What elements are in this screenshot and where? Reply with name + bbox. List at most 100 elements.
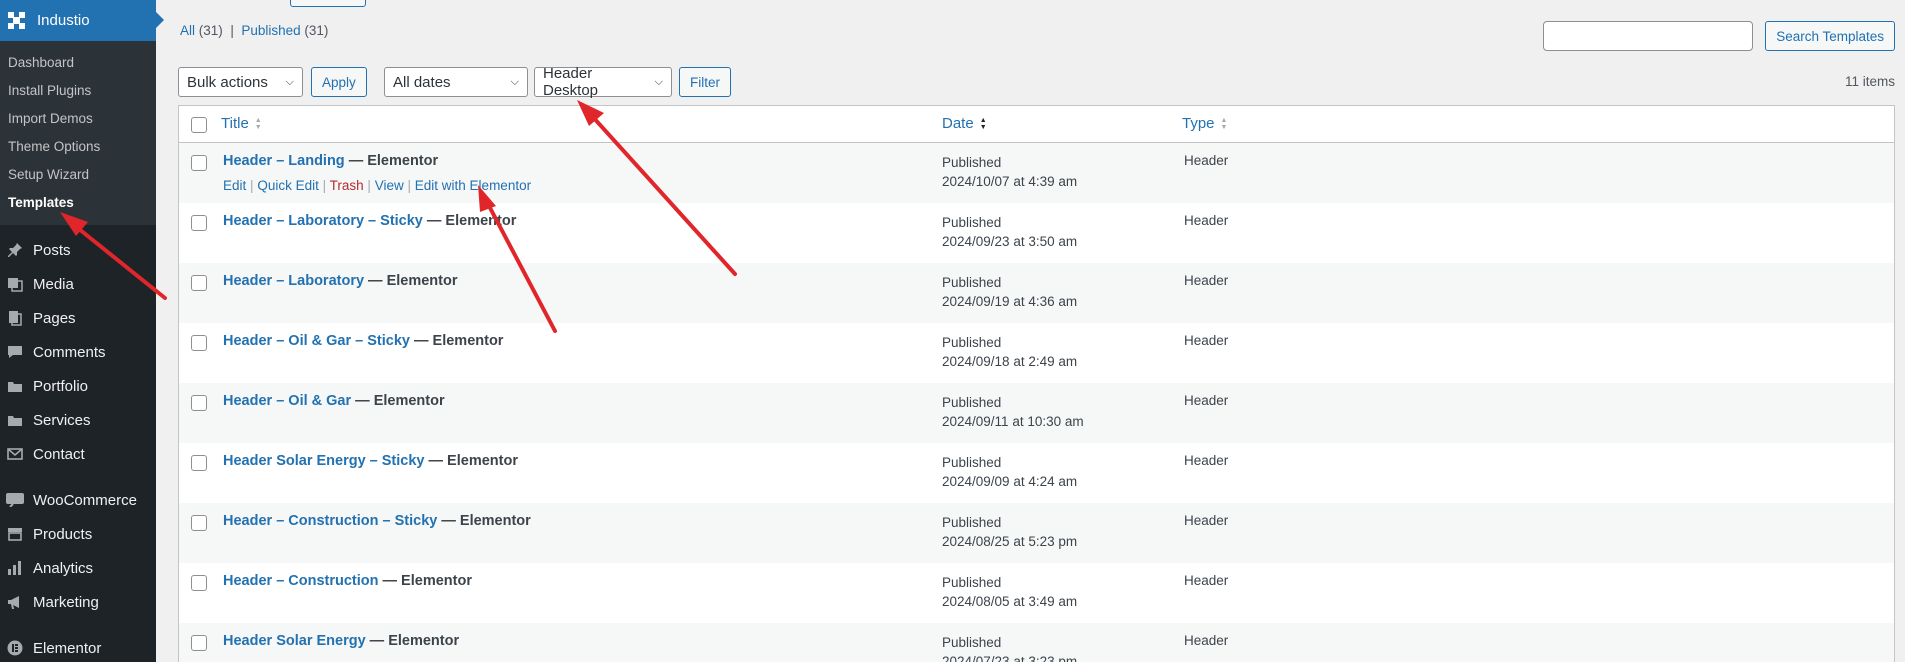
row-checkbox[interactable]: [191, 575, 207, 591]
row-type: Header: [1184, 153, 1229, 168]
table-row[interactable]: Header – Laboratory — Elementor Publishe…: [179, 263, 1894, 323]
column-type-header[interactable]: Type ▲ ▼: [1182, 115, 1227, 132]
sidebar-item-posts[interactable]: Posts: [0, 233, 156, 267]
row-date: Published 2024/09/09 at 4:24 am: [942, 453, 1077, 491]
sidebar-item-analytics[interactable]: Analytics: [0, 551, 156, 585]
edit-with-elementor-link[interactable]: Edit with Elementor: [415, 178, 531, 193]
row-checkbox[interactable]: [191, 155, 207, 171]
bulk-actions-select[interactable]: Bulk actions ⌵: [178, 67, 303, 97]
megaphone-icon: [6, 593, 24, 611]
row-datetime: 2024/09/09 at 4:24 am: [942, 474, 1078, 489]
trash-link[interactable]: Trash: [330, 178, 364, 193]
table-row[interactable]: Header Solar Energy – Sticky — Elementor…: [179, 443, 1894, 503]
sidebar-item-label: Elementor: [33, 639, 102, 657]
row-title-link[interactable]: Header – Construction: [223, 573, 379, 589]
row-post-state: — Elementor: [351, 393, 445, 409]
view-all-link[interactable]: All (31): [180, 23, 223, 38]
row-checkbox[interactable]: [191, 275, 207, 291]
search-input[interactable]: [1543, 21, 1754, 51]
row-checkbox[interactable]: [191, 455, 207, 471]
row-post-state: — Elementor: [344, 153, 439, 169]
row-datetime: 2024/09/11 at 10:30 am: [942, 414, 1084, 429]
sidebar-item-label: Contact: [33, 445, 85, 463]
row-title-link[interactable]: Header – Oil & Gar: [223, 393, 351, 409]
row-date: Published 2024/08/25 at 5:23 pm: [942, 513, 1077, 551]
row-type: Header: [1184, 333, 1229, 348]
row-title-link[interactable]: Header – Oil & Gar – Sticky: [223, 333, 410, 349]
row-date: Published 2024/09/19 at 4:36 am: [942, 273, 1077, 311]
sidebar-item-media[interactable]: Media: [0, 267, 156, 301]
row-type: Header: [1184, 633, 1229, 648]
chevron-down-icon: ⌵: [285, 75, 294, 88]
archive-icon: [6, 525, 24, 543]
row-checkbox[interactable]: [191, 635, 207, 651]
items-count: 11 items: [1844, 74, 1895, 89]
table-row[interactable]: Header – Oil & Gar – Sticky — Elementor …: [179, 323, 1894, 383]
submenu-dashboard[interactable]: Dashboard: [0, 49, 156, 77]
sidebar-item-marketing[interactable]: Marketing: [0, 585, 156, 619]
sidebar-item-products[interactable]: Products: [0, 517, 156, 551]
sort-arrows-icon: ▲ ▼: [254, 116, 262, 131]
row-title-link[interactable]: Header – Laboratory: [223, 273, 364, 289]
row-title: Header – Oil & Gar – Sticky — Elementor: [223, 333, 503, 349]
sidebar-item-elementor[interactable]: Elementor: [0, 631, 156, 662]
submenu-import-demos[interactable]: Import Demos: [0, 105, 156, 133]
row-title-link[interactable]: Header – Laboratory – Sticky: [223, 213, 423, 229]
template-type-select[interactable]: Header Desktop ⌵: [534, 65, 672, 99]
row-checkbox[interactable]: [191, 215, 207, 231]
edit-link[interactable]: Edit: [223, 178, 246, 193]
sidebar-submenu: Dashboard Install Plugins Import Demos T…: [0, 41, 156, 225]
submenu-install-plugins[interactable]: Install Plugins: [0, 77, 156, 105]
sidebar-item-pages[interactable]: Pages: [0, 301, 156, 335]
sidebar-item-contact[interactable]: Contact: [0, 437, 156, 471]
row-title: Header – Oil & Gar — Elementor: [223, 393, 445, 409]
filter-button[interactable]: Filter: [679, 67, 731, 97]
sidebar-item-woocommerce[interactable]: WooCommerce: [0, 483, 156, 517]
sidebar-brand-label: Industio: [37, 12, 90, 29]
chevron-down-icon: ⌵: [510, 75, 519, 88]
row-checkbox[interactable]: [191, 515, 207, 531]
row-title: Header – Laboratory – Sticky — Elementor: [223, 213, 516, 229]
column-date-header[interactable]: Date ▲ ▼: [942, 115, 987, 132]
sidebar-item-label: Products: [33, 525, 93, 543]
row-date: Published 2024/10/07 at 4:39 am: [942, 153, 1077, 191]
template-type-value: Header Desktop: [543, 65, 599, 99]
sidebar-item-portfolio[interactable]: Portfolio: [0, 369, 156, 403]
table-row[interactable]: Header – Oil & Gar — Elementor Published…: [179, 383, 1894, 443]
row-datetime: 2024/10/07 at 4:39 am: [942, 174, 1078, 189]
row-post-state: — Elementor: [424, 453, 518, 469]
row-status: Published: [942, 575, 1002, 590]
comment-icon: [6, 343, 24, 361]
view-published-link[interactable]: Published (31): [241, 23, 328, 38]
row-title: Header Solar Energy — Elementor: [223, 633, 459, 649]
row-title-link[interactable]: Header – Construction – Sticky: [223, 513, 437, 529]
row-title-link[interactable]: Header – Landing: [223, 153, 345, 169]
dates-select[interactable]: All dates ⌵: [384, 67, 528, 97]
table-row[interactable]: Header – Construction — Elementor Publis…: [179, 563, 1894, 623]
row-checkbox[interactable]: [191, 395, 207, 411]
row-title-link[interactable]: Header Solar Energy: [223, 633, 366, 649]
table-row[interactable]: Header Solar Energy — Elementor Publishe…: [179, 623, 1894, 662]
sidebar-brand[interactable]: Industio: [0, 0, 164, 41]
sidebar-item-comments[interactable]: Comments: [0, 335, 156, 369]
row-checkbox[interactable]: [191, 335, 207, 351]
submenu-templates[interactable]: Templates: [0, 189, 156, 217]
submenu-theme-options[interactable]: Theme Options: [0, 133, 156, 161]
add-new-button[interactable]: [290, 0, 366, 7]
table-row[interactable]: Header – Landing — Elementor Edit | Quic…: [179, 143, 1894, 203]
row-title: Header – Laboratory — Elementor: [223, 273, 458, 289]
search-templates-button[interactable]: Search Templates: [1765, 21, 1895, 51]
table-row[interactable]: Header – Construction – Sticky — Element…: [179, 503, 1894, 563]
select-all-checkbox[interactable]: [191, 117, 207, 133]
sidebar-item-services[interactable]: Services: [0, 403, 156, 437]
quick-edit-link[interactable]: Quick Edit: [257, 178, 319, 193]
submenu-setup-wizard[interactable]: Setup Wizard: [0, 161, 156, 189]
apply-button[interactable]: Apply: [311, 67, 367, 97]
table-row[interactable]: Header – Laboratory – Sticky — Elementor…: [179, 203, 1894, 263]
view-link[interactable]: View: [375, 178, 404, 193]
column-title-header[interactable]: Title ▲ ▼: [221, 115, 262, 132]
row-title-link[interactable]: Header Solar Energy – Sticky: [223, 453, 425, 469]
row-datetime: 2024/09/19 at 4:36 am: [942, 294, 1078, 309]
sort-arrows-icon: ▲ ▼: [1220, 116, 1228, 131]
action-separator: |: [367, 178, 371, 193]
